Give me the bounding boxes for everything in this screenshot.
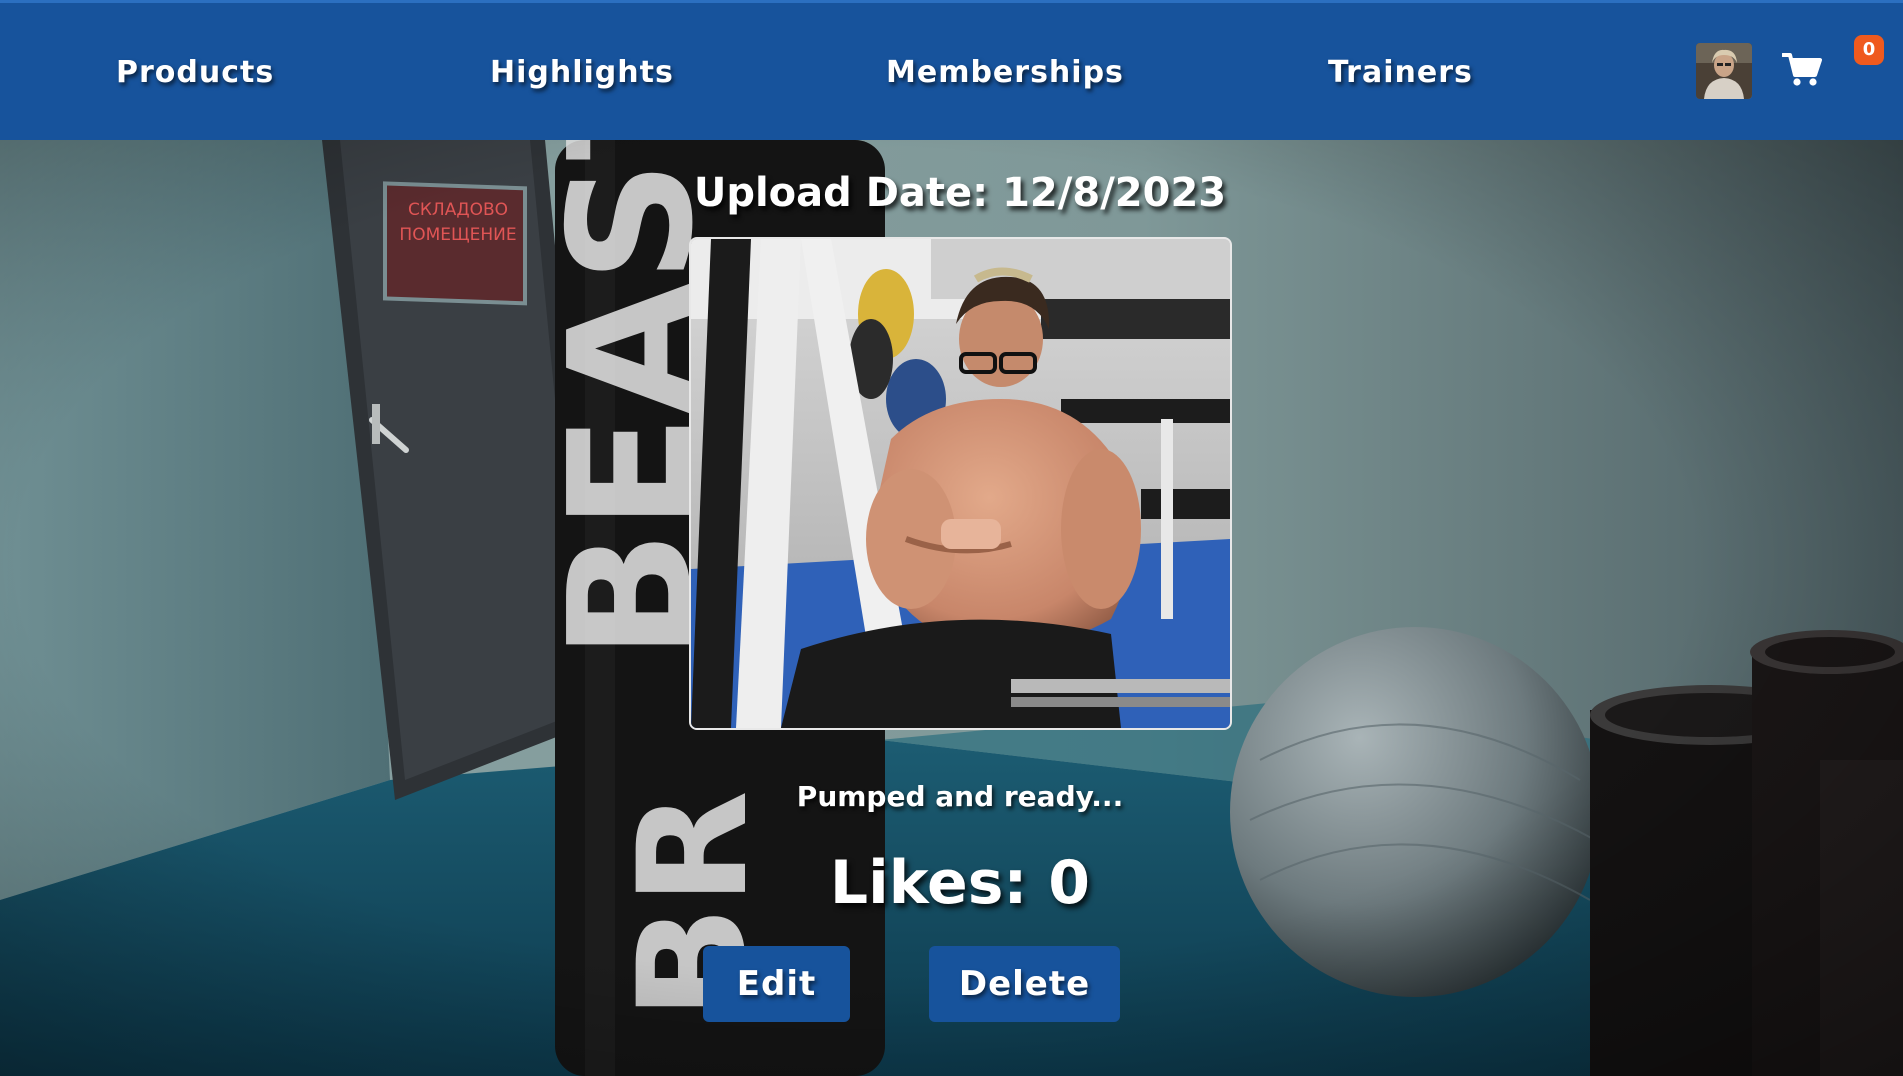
highlight-photo (689, 237, 1232, 730)
upload-date-heading: Upload Date: 12/8/2023 (693, 170, 1227, 216)
cart-count-badge: 0 (1854, 35, 1884, 65)
nav-link-highlights[interactable]: Highlights (490, 55, 674, 90)
nav-link-products[interactable]: Products (116, 55, 274, 90)
highlight-caption: Pumped and ready... (796, 780, 1124, 813)
nav-link-memberships[interactable]: Memberships (886, 55, 1124, 90)
delete-button[interactable]: Delete (929, 946, 1120, 1022)
top-navbar: Products Highlights Memberships Trainers… (0, 0, 1903, 140)
user-avatar[interactable] (1696, 43, 1752, 99)
likes-count: Likes: 0 (829, 848, 1091, 918)
nav-link-trainers[interactable]: Trainers (1328, 55, 1473, 90)
cart-icon[interactable] (1781, 51, 1822, 87)
edit-button[interactable]: Edit (703, 946, 850, 1022)
